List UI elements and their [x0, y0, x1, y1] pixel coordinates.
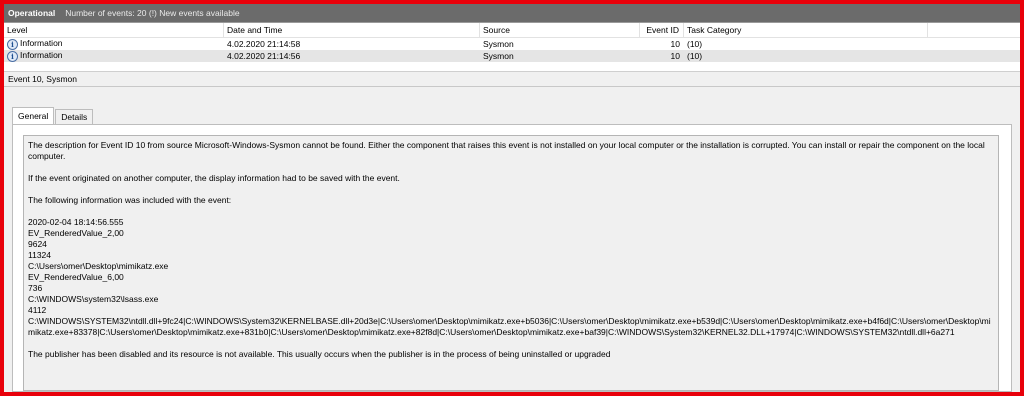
- column-task-category[interactable]: Task Category: [684, 23, 928, 37]
- log-name: Operational: [8, 8, 56, 18]
- description-paragraph: If the event originated on another compu…: [28, 173, 400, 183]
- events-table: Level Date and Time Source Event ID Task…: [4, 23, 1020, 72]
- column-event-id[interactable]: Event ID: [640, 23, 684, 37]
- description-paragraph: The publisher has been disabled and its …: [28, 349, 611, 359]
- description-paragraph: The description for Event ID 10 from sou…: [28, 140, 985, 161]
- tab-general[interactable]: General: [12, 107, 55, 124]
- event-count: Number of events: 20 (!) New events avai…: [65, 8, 240, 18]
- event-data-line: C:\Users\omer\Desktop\mimikatz.exe: [28, 261, 169, 271]
- event-data-line: 11324: [28, 250, 52, 260]
- call-trace: C:\WINDOWS\SYSTEM32\ntdll.dll+9fc24|C:\W…: [28, 316, 991, 337]
- event-detail-pane: General Details The description for Even…: [4, 101, 1020, 392]
- information-icon: i: [7, 38, 18, 50]
- row-event-id: 10: [670, 51, 680, 61]
- row-task: (10): [687, 51, 703, 61]
- column-source[interactable]: Source: [480, 23, 640, 37]
- event-data-line: 736: [28, 283, 43, 293]
- event-data-lines: 2020-02-04 18:14:56.555 EV_RenderedValue…: [28, 217, 994, 316]
- row-source: Sysmon: [483, 51, 514, 61]
- row-source: Sysmon: [483, 39, 514, 49]
- event-data-line: EV_RenderedValue_6,00: [28, 272, 124, 282]
- event-data-line: EV_RenderedValue_2,00: [28, 228, 124, 238]
- event-data-line: 2020-02-04 18:14:56.555: [28, 217, 124, 227]
- row-event-id: 10: [670, 39, 680, 49]
- table-row[interactable]: i Information 4.02.2020 21:14:58 Sysmon 1…: [4, 38, 1020, 50]
- information-icon: i: [7, 50, 18, 62]
- row-date: 4.02.2020 21:14:56: [227, 51, 301, 61]
- event-data-line: C:\WINDOWS\system32\lsass.exe: [28, 294, 159, 304]
- row-level: Information: [20, 50, 63, 61]
- table-row[interactable]: i Information 4.02.2020 21:14:56 Sysmon 1…: [4, 50, 1020, 62]
- row-date: 4.02.2020 21:14:58: [227, 39, 301, 49]
- row-task: (10): [687, 39, 703, 49]
- table-header: Level Date and Time Source Event ID Task…: [4, 23, 1020, 38]
- general-tab-panel: The description for Event ID 10 from sou…: [12, 124, 1012, 392]
- event-detail-header: Event 10, Sysmon: [4, 72, 1020, 87]
- description-paragraph: The following information was included w…: [28, 195, 232, 205]
- log-titlebar: Operational Number of events: 20 (!) New…: [4, 4, 1020, 23]
- column-level[interactable]: Level: [4, 23, 224, 37]
- event-viewer-window: Operational Number of events: 20 (!) New…: [0, 0, 1024, 396]
- column-date[interactable]: Date and Time: [224, 23, 480, 37]
- row-level: Information: [20, 38, 63, 49]
- event-description[interactable]: The description for Event ID 10 from sou…: [23, 135, 999, 391]
- event-data-line: 9624: [28, 239, 47, 249]
- detail-tabs: General Details: [12, 107, 94, 124]
- column-filler: [928, 23, 1020, 37]
- event-data-line: 4112: [28, 305, 47, 315]
- tab-details[interactable]: Details: [55, 109, 94, 124]
